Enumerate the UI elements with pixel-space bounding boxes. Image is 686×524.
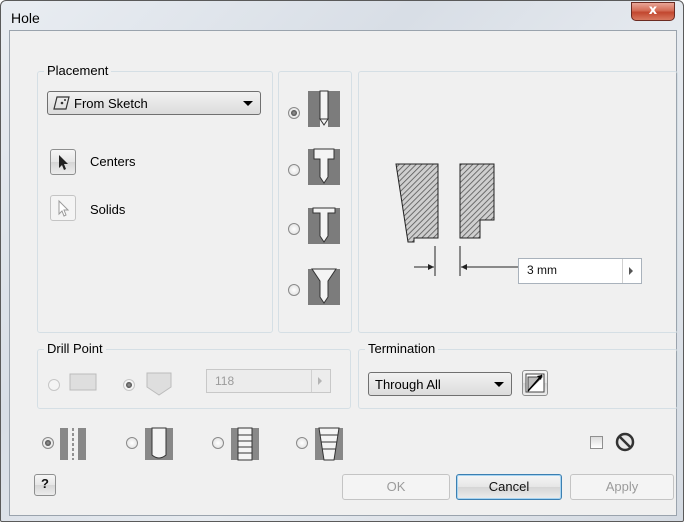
close-button[interactable]: x	[631, 2, 675, 21]
value-arrow-icon[interactable]	[622, 259, 641, 283]
arrow-cursor-icon	[58, 199, 70, 217]
counterbore-hole-icon	[308, 148, 340, 185]
thread-type-taper-tapped-radio[interactable]	[296, 437, 308, 449]
apply-button[interactable]: Apply	[570, 474, 674, 500]
angle-drill-point-icon	[146, 372, 172, 396]
simple-hole-icon	[308, 90, 340, 127]
chevron-down-icon	[494, 382, 504, 387]
sketch-icon	[53, 96, 70, 110]
drill-angle-input[interactable]: 118	[206, 369, 331, 393]
tapped-thread-icon	[231, 427, 259, 461]
chevron-down-icon	[243, 101, 253, 106]
hole-dialog: Hole x Placement From Sketch Centers Sol…	[0, 0, 684, 522]
thread-type-tapped-radio[interactable]	[212, 437, 224, 449]
ok-button[interactable]: OK	[342, 474, 450, 500]
infer-checkbox[interactable]	[590, 436, 603, 449]
hole-type-spotface-radio[interactable]	[288, 223, 300, 235]
spotface-hole-icon	[308, 207, 340, 244]
drill-point-angle-radio[interactable]	[123, 379, 135, 391]
simple-thread-icon	[60, 428, 86, 460]
close-icon: x	[648, 3, 658, 18]
flat-drill-point-icon	[69, 373, 97, 391]
flip-direction-button[interactable]	[522, 370, 548, 396]
cancel-button[interactable]: Cancel	[456, 474, 562, 500]
drill-point-flat-radio[interactable]	[48, 379, 60, 391]
title-bar: Hole x	[1, 1, 683, 31]
thread-type-clearance-radio[interactable]	[126, 437, 138, 449]
diameter-input[interactable]: 3 mm	[518, 258, 642, 284]
help-button[interactable]: ?	[34, 474, 56, 496]
value-arrow-icon[interactable]	[311, 370, 330, 392]
drill-angle-value: 118	[215, 374, 235, 388]
placement-legend: Placement	[44, 63, 112, 78]
hole-type-counterbore-radio[interactable]	[288, 164, 300, 176]
drill-point-legend: Drill Point	[44, 341, 106, 356]
placement-dropdown-value: From Sketch	[74, 96, 148, 111]
centers-button[interactable]	[50, 149, 76, 175]
no-symbol-icon	[615, 432, 635, 452]
termination-legend: Termination	[365, 341, 439, 356]
diameter-value: 3 mm	[527, 263, 557, 277]
solids-button[interactable]	[50, 195, 76, 221]
arrow-cursor-icon	[59, 155, 68, 170]
flip-direction-icon	[525, 373, 545, 393]
hole-type-simple-radio[interactable]	[288, 107, 300, 119]
dialog-body: Placement From Sketch Centers Solids 3 m…	[9, 30, 678, 516]
window-title: Hole	[11, 10, 40, 26]
placement-dropdown[interactable]: From Sketch	[47, 91, 261, 115]
solids-label: Solids	[90, 202, 126, 217]
thread-type-simple-radio[interactable]	[42, 437, 54, 449]
termination-dropdown[interactable]: Through All	[368, 372, 512, 396]
centers-label: Centers	[90, 154, 136, 169]
countersink-hole-icon	[308, 268, 340, 305]
taper-tapped-thread-icon	[315, 427, 343, 461]
hole-type-countersink-radio[interactable]	[288, 284, 300, 296]
termination-value: Through All	[375, 377, 441, 392]
clearance-thread-icon	[145, 427, 173, 460]
